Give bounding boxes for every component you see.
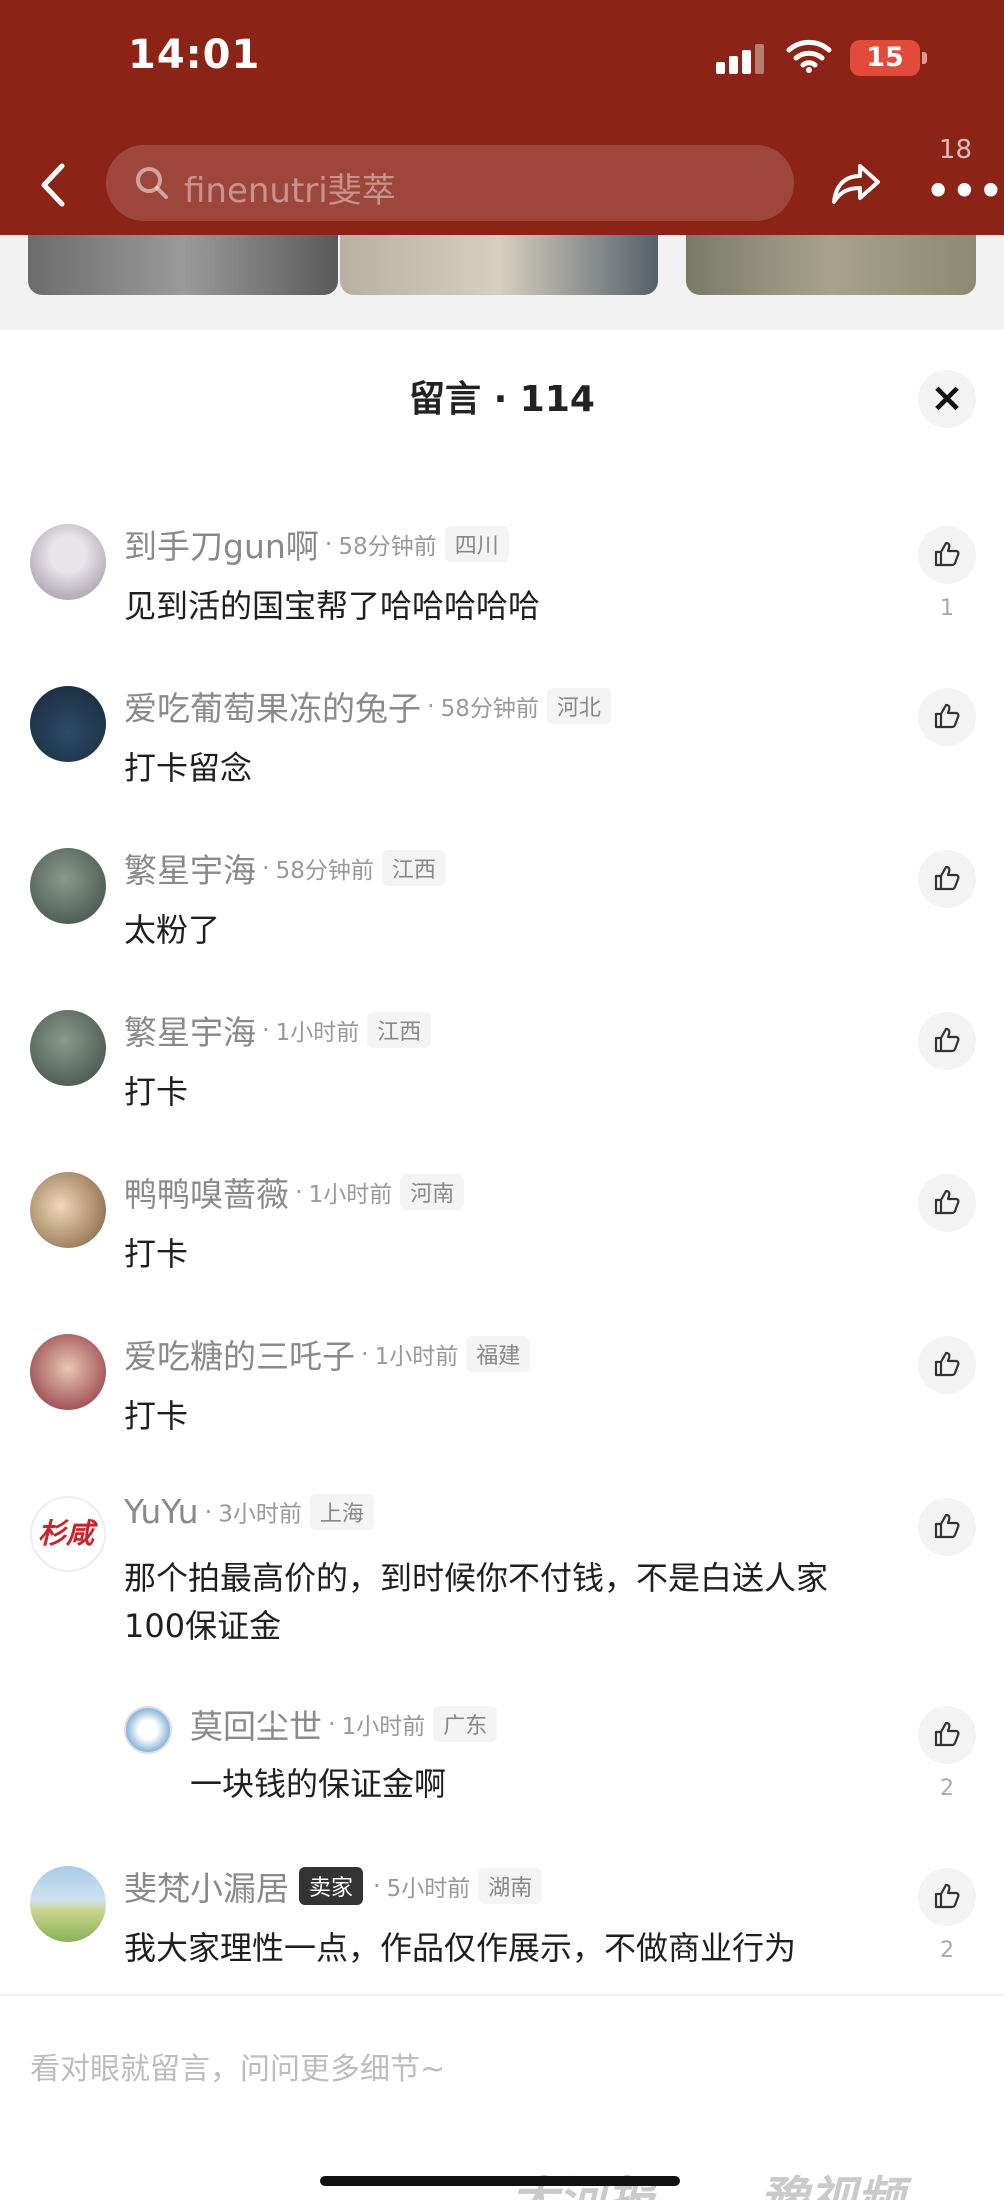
like-button[interactable] <box>918 688 976 746</box>
battery-tip <box>922 52 927 64</box>
location-tag: 河南 <box>400 1174 465 1210</box>
like-button[interactable] <box>918 1868 976 1926</box>
comment-text: 太粉了 <box>124 911 221 949</box>
like-button[interactable] <box>918 1174 976 1232</box>
thumbs-up-icon <box>934 1513 960 1539</box>
comment-time: 58分钟前 <box>338 534 437 560</box>
location-tag: 上海 <box>309 1493 374 1530</box>
comment-text: 打卡 <box>124 1397 189 1435</box>
thumbs-up-icon <box>934 1351 960 1377</box>
comment-time: 1小时前 <box>275 1020 360 1046</box>
comment-author[interactable]: 莫回尘世 <box>190 1707 322 1746</box>
close-icon: × <box>930 375 964 421</box>
comment-author[interactable]: 爱吃葡萄果冻的兔子 <box>124 689 421 728</box>
comment-time: 5小时前 <box>386 1876 471 1902</box>
thumbs-up-icon <box>934 1027 960 1053</box>
location-tag: 湖南 <box>478 1868 543 1904</box>
thumbs-up-icon <box>934 865 960 891</box>
like-count: 2 <box>940 1776 954 1801</box>
close-button[interactable]: × <box>918 370 976 428</box>
comment-author[interactable]: 爱吃糖的三吒子 <box>124 1337 355 1376</box>
comment-text: 我大家理性一点，作品仅作展示，不做商业行为 <box>124 1929 797 1967</box>
status-time: 14:01 <box>128 32 261 78</box>
comment-text: 打卡留念 <box>124 749 253 787</box>
avatar[interactable] <box>30 1866 106 1942</box>
signal-icon <box>716 44 768 74</box>
comment-input[interactable]: 看对眼就留言，问问更多细节~ <box>30 2044 445 2088</box>
comment-text: 打卡 <box>124 1235 189 1273</box>
comment-author[interactable]: YuYu <box>124 1492 199 1531</box>
comment-text: 一块钱的保证金啊 <box>190 1765 447 1803</box>
location-tag: 福建 <box>466 1336 531 1372</box>
seller-badge: 卖家 <box>299 1867 364 1905</box>
comment-author[interactable]: 繁星宇海 <box>124 1013 256 1052</box>
back-icon[interactable] <box>34 160 74 210</box>
avatar[interactable] <box>30 1334 106 1410</box>
like-count: 1 <box>940 596 954 621</box>
avatar[interactable] <box>30 686 106 762</box>
avatar[interactable] <box>30 1010 106 1086</box>
like-count: 2 <box>940 1938 954 1963</box>
photo-thumb[interactable] <box>686 235 976 295</box>
location-tag: 江西 <box>367 1012 432 1048</box>
thumbs-up-icon <box>934 1189 960 1215</box>
search-text: finenutri斐萃 <box>184 171 396 211</box>
avatar[interactable] <box>30 848 106 924</box>
comment-text: 打卡 <box>124 1073 189 1111</box>
comment-time: 1小时前 <box>374 1344 459 1370</box>
avatar[interactable] <box>30 524 106 600</box>
like-button[interactable] <box>918 1706 976 1764</box>
sheet-title: 留言 · 114 <box>409 379 595 420</box>
more-dots-icon: ••• <box>926 169 1004 213</box>
photo-thumb[interactable] <box>340 235 658 295</box>
comment-time: 1小时前 <box>308 1182 393 1208</box>
avatar[interactable] <box>124 1706 172 1754</box>
location-tag: 河北 <box>546 688 611 724</box>
battery-level: 15 <box>850 40 920 76</box>
location-tag: 江西 <box>381 850 446 886</box>
home-indicator[interactable] <box>320 2176 680 2186</box>
more-count: 18 <box>938 135 972 165</box>
like-button[interactable] <box>918 850 976 908</box>
comment-text: 那个拍最高价的，到时候你不付钱，不是白送人家100保证金 <box>124 1559 829 1645</box>
share-icon[interactable] <box>830 158 882 206</box>
like-button[interactable] <box>918 526 976 584</box>
avatar[interactable] <box>30 1172 106 1248</box>
comment-time: 58分钟前 <box>275 858 374 884</box>
watermark-right: 豫视频 <box>760 2172 905 2200</box>
comment-author[interactable]: 繁星宇海 <box>124 851 256 890</box>
comment-time: 1小时前 <box>341 1714 426 1740</box>
thumbs-up-icon <box>934 1883 960 1909</box>
comment-author[interactable]: 斐梵小漏居 <box>124 1869 289 1908</box>
comment-author[interactable]: 到手刀gun啊 <box>124 527 319 566</box>
photo-thumb[interactable] <box>28 235 338 295</box>
location-tag: 四川 <box>444 526 509 562</box>
avatar[interactable]: 杉咸 <box>30 1496 106 1572</box>
search-bar[interactable]: finenutri斐萃 <box>106 145 794 221</box>
like-button[interactable] <box>918 1336 976 1394</box>
location-tag: 广东 <box>433 1706 498 1742</box>
comment-author[interactable]: 鸭鸭嗅蔷薇 <box>124 1175 289 1214</box>
comment-time: 58分钟前 <box>440 696 539 722</box>
like-button[interactable] <box>918 1012 976 1070</box>
thumbs-up-icon <box>934 703 960 729</box>
comment-time: 3小时前 <box>218 1501 302 1528</box>
like-button[interactable] <box>918 1498 976 1556</box>
photo-strip <box>0 235 1004 330</box>
thumbs-up-icon <box>934 1721 960 1747</box>
divider <box>0 1994 1004 1996</box>
top-header: 14:01 15 finenutri斐萃 18 ••• <box>0 0 1004 235</box>
thumbs-up-icon <box>934 541 960 567</box>
wifi-icon <box>786 39 832 73</box>
search-icon <box>136 167 168 199</box>
more-button[interactable]: 18 ••• <box>920 135 1003 210</box>
comment-text: 见到活的国宝帮了哈哈哈哈哈 <box>124 587 541 625</box>
